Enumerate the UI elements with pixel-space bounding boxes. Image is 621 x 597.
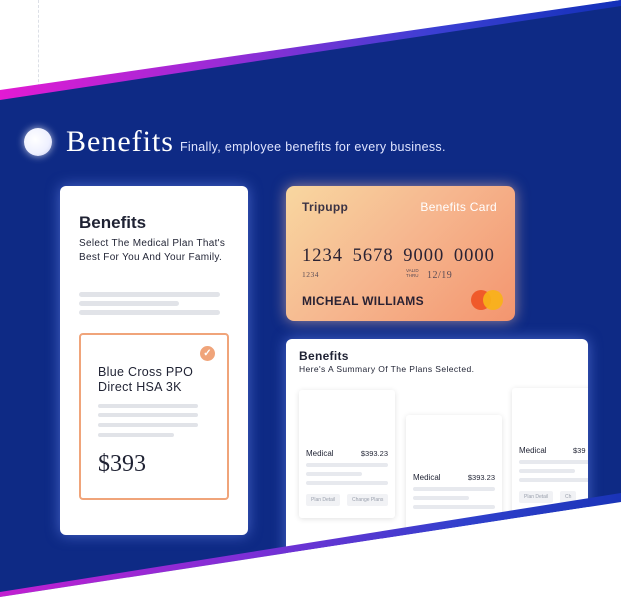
hero-stage: Benefits Finally, employee benefits for …: [0, 0, 621, 597]
card-expiry: 12/19: [427, 270, 453, 281]
plan-category: Medical: [413, 473, 441, 482]
summary-title: Benefits: [299, 349, 349, 363]
change-plans-button[interactable]: Change Plans: [347, 494, 389, 506]
plan-card-description: Select The Medical Plan That's Best For …: [79, 238, 226, 263]
placeholder-line: [79, 292, 220, 297]
mastercard-icon: [471, 290, 503, 310]
plan-card-title: Benefits: [79, 213, 147, 232]
card-brand: Tripupp: [302, 200, 349, 214]
plan-category: Medical: [306, 449, 334, 458]
plan-summary-card[interactable]: Medical $39 Plan Detail Ch: [512, 388, 588, 516]
card-type: Benefits Card: [420, 200, 497, 214]
placeholder-line: [413, 505, 495, 509]
plan-summary-card[interactable]: Medical $393.23 Plan Detail Change Plans: [299, 390, 395, 518]
placeholder-line: [519, 460, 588, 464]
valid-thru-text: VALID THRU: [406, 268, 419, 278]
plan-price: $393.23: [360, 449, 388, 458]
card-number-small: 1234: [302, 270, 319, 279]
plan-category: Medical: [519, 446, 547, 455]
placeholder-line: [413, 496, 469, 500]
card-number: 1234 5678 9000 0000: [302, 246, 495, 266]
page-title: Benefits: [66, 125, 174, 158]
page-subtitle: Finally, employee benefits for every bus…: [179, 140, 446, 154]
mastercard-yellow-circle: [483, 290, 503, 310]
placeholder-line: [98, 413, 198, 417]
header: Benefits Finally, employee benefits for …: [24, 125, 446, 159]
plan-selection-card: Benefits Select The Medical Plan That's …: [60, 186, 248, 535]
summary-description: Here's A Summary Of The Plans Selected.: [299, 364, 475, 374]
placeholder-line: [79, 301, 179, 306]
placeholder-line: [79, 310, 220, 315]
dashed-guide-line: [38, 0, 39, 92]
selected-plan-name: Blue Cross PPO Direct HSA 3K: [98, 365, 194, 394]
placeholder-line: [413, 487, 495, 491]
plan-detail-button[interactable]: Plan Detail: [306, 494, 341, 506]
selected-plan-option[interactable]: ✓ Blue Cross PPO Direct HSA 3K $393: [79, 333, 229, 500]
card-holder-name: MICHEAL WILLIAMS: [302, 294, 424, 308]
placeholder-line: [306, 463, 388, 467]
valid-thru-label: VALID THRU: [406, 268, 422, 278]
placeholder-line: [519, 478, 588, 482]
plan-detail-button[interactable]: Plan Detail: [519, 491, 554, 503]
placeholder-line: [98, 423, 198, 427]
plan-price: $393.23: [467, 473, 495, 482]
placeholder-line: [98, 404, 198, 408]
check-icon: ✓: [200, 346, 215, 361]
placeholder-line: [519, 469, 575, 473]
placeholder-line: [306, 472, 362, 476]
placeholder-line: [98, 433, 174, 437]
logo-circle-icon: [24, 128, 52, 156]
selected-plan-price: $393: [98, 451, 146, 477]
plan-price: $39: [573, 446, 586, 455]
placeholder-line: [306, 481, 388, 485]
benefits-card: Tripupp Benefits Card 1234 5678 9000 000…: [286, 186, 515, 321]
